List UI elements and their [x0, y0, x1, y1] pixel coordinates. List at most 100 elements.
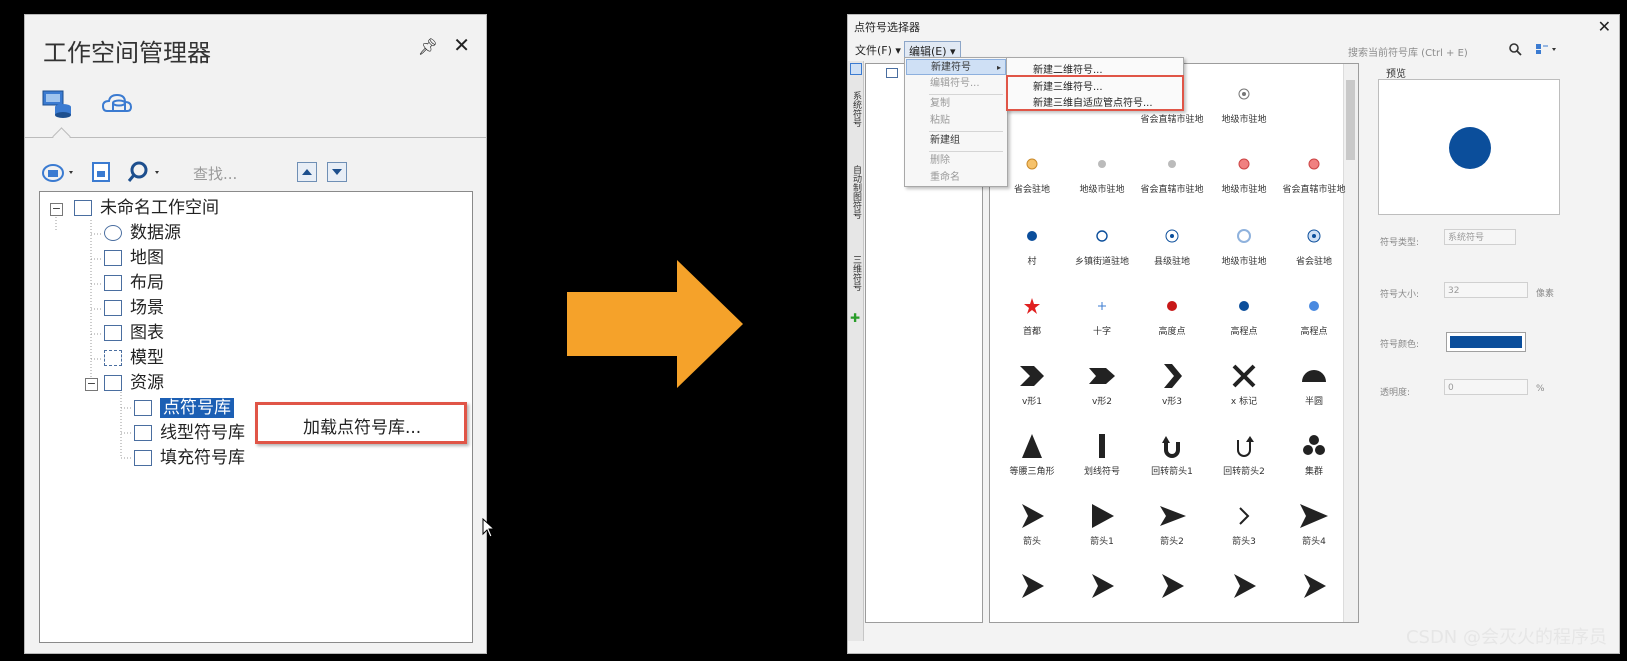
symbol-cell[interactable]: 十字	[1066, 290, 1138, 337]
symbol-cell[interactable]: 回转箭头2	[1208, 430, 1280, 477]
tree-node-map[interactable]: 地图	[104, 246, 164, 270]
tree-node-resources[interactable]: 资源	[104, 371, 164, 395]
close-icon[interactable]: ✕	[453, 33, 470, 57]
symbol-glyph	[1237, 229, 1251, 243]
symbol-cell[interactable]: 村	[996, 220, 1068, 267]
symbol-glyph	[1096, 230, 1108, 242]
symbol-cell[interactable]	[1278, 570, 1350, 602]
symbol-cell[interactable]: 箭头	[996, 500, 1068, 547]
move-up-button[interactable]	[297, 162, 317, 182]
tab-divider	[25, 137, 486, 138]
workspace-icon	[74, 200, 92, 216]
tree-node-scene[interactable]: 场景	[104, 296, 164, 320]
pin-icon[interactable]: 📌︎	[418, 37, 438, 56]
arrow-right-icon	[567, 260, 743, 388]
transparency-unit: %	[1536, 384, 1545, 394]
close-icon[interactable]: ✕	[1598, 17, 1611, 36]
symbol-cell[interactable]: v形3	[1136, 360, 1208, 407]
menu-item-paste[interactable]: 粘贴	[906, 113, 1006, 129]
symbol-search-input[interactable]: 搜索当前符号库 (Ctrl + E)	[1348, 44, 1468, 59]
symbol-type-label: 符号类型:	[1380, 238, 1420, 248]
symbol-cell[interactable]: 地级市驻地	[1208, 78, 1280, 125]
symbol-glyph	[1162, 436, 1180, 458]
tree-node-line-symbol-library[interactable]: 线型符号库	[134, 421, 245, 445]
symbol-cell[interactable]	[1136, 570, 1208, 602]
collapse-toggle[interactable]: −	[50, 203, 63, 216]
symbol-cell[interactable]	[1066, 570, 1138, 602]
symbol-cell[interactable]: 县级驻地	[1136, 220, 1208, 267]
symbol-cell[interactable]: 高程点	[1208, 290, 1280, 337]
tree-node-datasource[interactable]: 数据源	[104, 221, 181, 245]
symbol-cell[interactable]: 箭头2	[1136, 500, 1208, 547]
menu-item-new-symbol[interactable]: 新建符号 ▸	[906, 59, 1006, 75]
symbol-cell[interactable]: 箭头3	[1208, 500, 1280, 547]
tree-node-chart[interactable]: 图表	[104, 321, 164, 345]
symbol-glyph	[1167, 301, 1177, 311]
symbol-cell[interactable]: 省会驻地	[1278, 220, 1350, 267]
point-symbol-icon	[134, 400, 152, 416]
symbol-cell[interactable]: 地级市驻地	[1208, 148, 1280, 195]
menu-item-delete[interactable]: 删除	[906, 153, 1006, 169]
symbol-cell[interactable]: v形1	[996, 360, 1068, 407]
symbol-cell[interactable]: 半圆	[1278, 360, 1350, 407]
tree-toggle-icon[interactable]	[850, 63, 862, 75]
symbol-label: 高程点	[1300, 327, 1328, 337]
symbol-size-field[interactable]: 32	[1444, 282, 1528, 298]
symbol-cell[interactable]: 等腰三角形	[996, 430, 1068, 477]
symbol-label: 箭头	[1022, 537, 1041, 547]
symbol-cell[interactable]: 省会直辖市驻地	[1136, 148, 1208, 195]
symbol-cell[interactable]: 划线符号	[1066, 430, 1138, 477]
symbol-cell[interactable]	[1208, 570, 1280, 602]
tree-node-workspace[interactable]: 未命名工作空间	[74, 196, 219, 220]
cloud-database-tab-icon[interactable]	[101, 87, 133, 119]
symbol-color-picker[interactable]	[1446, 332, 1526, 352]
symbol-cell[interactable]: v形2	[1066, 360, 1138, 407]
symbol-label: v形3	[1161, 397, 1183, 407]
fill-symbol-icon	[134, 450, 152, 466]
tree-node-layout[interactable]: 布局	[104, 271, 164, 295]
datasource-icon	[104, 225, 122, 241]
symbol-cell[interactable]: 箭头1	[1066, 500, 1138, 547]
symbol-cell[interactable]: 乡镇街道驻地	[1066, 220, 1138, 267]
symbol-cell[interactable]: 地级市驻地	[1208, 220, 1280, 267]
symbol-cell[interactable]: x 标记	[1208, 360, 1280, 407]
side-tab-3d-symbols[interactable]: 三维符号	[850, 255, 861, 291]
symbol-label: x 标记	[1230, 397, 1258, 407]
menu-item-new-2d-symbol[interactable]: 新建二维符号...	[1033, 61, 1103, 76]
symbol-cell[interactable]: 高度点	[1136, 290, 1208, 337]
symbol-cell[interactable]	[996, 570, 1068, 602]
symbol-label: 集群	[1304, 467, 1323, 477]
symbol-cell[interactable]: 地级市驻地	[1066, 148, 1138, 195]
menu-item-copy[interactable]: 复制	[906, 96, 1006, 112]
menu-item-new-group[interactable]: 新建组	[906, 133, 1006, 149]
menu-item-edit-symbol[interactable]: 编辑符号...	[906, 76, 1006, 92]
symbol-cell[interactable]: 回转箭头1	[1136, 430, 1208, 477]
symbol-cell[interactable]: 高程点	[1278, 290, 1350, 337]
open-workspace-icon[interactable]	[41, 161, 77, 183]
symbol-cell[interactable]: 集群	[1278, 430, 1350, 477]
move-down-button[interactable]	[327, 162, 347, 182]
file-menu[interactable]: 文件(F) ▾	[851, 41, 905, 59]
save-workspace-icon[interactable]	[89, 161, 113, 183]
tree-node-fill-symbol-library[interactable]: 填充符号库	[134, 446, 245, 470]
side-tab-system-symbols[interactable]: 系统符号	[850, 91, 861, 127]
menu-item-rename[interactable]: 重命名	[906, 170, 1006, 186]
load-point-symbol-library-item[interactable]: 加载点符号库...	[303, 413, 421, 438]
side-tab-auto-mapping-symbols[interactable]: 自动制图符号	[850, 165, 861, 219]
transparency-field[interactable]: 0	[1444, 379, 1528, 395]
symbol-cell[interactable]: 首都	[996, 290, 1068, 337]
search-icon[interactable]	[127, 161, 167, 183]
search-input[interactable]: 查找...	[193, 163, 237, 184]
window-title: 点符号选择器	[854, 21, 920, 34]
symbol-glyph	[1238, 158, 1250, 170]
symbol-cell[interactable]: 箭头4	[1278, 500, 1350, 547]
add-icon[interactable]: ✚	[850, 311, 860, 325]
tree-node-point-symbol-library[interactable]: 点符号库	[134, 396, 234, 420]
symbol-cell[interactable]: 省会直辖市驻地	[1278, 148, 1350, 195]
workspace-tab-icon[interactable]	[41, 87, 73, 119]
panel-title: 工作空间管理器	[43, 39, 211, 67]
view-mode-icon[interactable]	[1534, 42, 1562, 56]
tree-node-model[interactable]: 模型	[104, 346, 164, 370]
resources-collapse-toggle[interactable]: −	[85, 378, 98, 391]
search-icon[interactable]	[1508, 42, 1522, 56]
